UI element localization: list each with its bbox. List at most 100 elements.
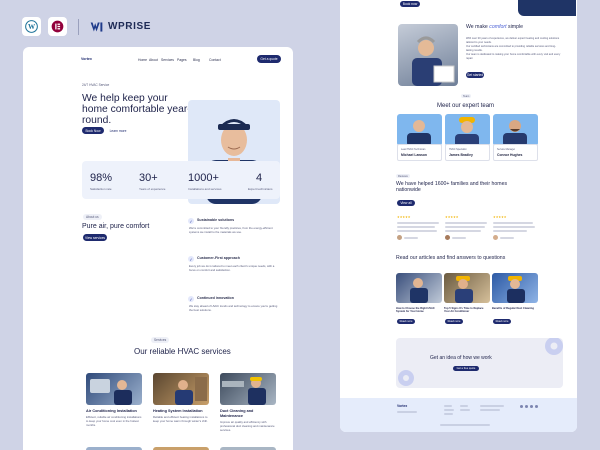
top-book-button[interactable]: Book now xyxy=(400,1,420,7)
site-logo[interactable]: Vortex xyxy=(81,57,92,61)
feature-title: Sustainable solutions xyxy=(197,218,235,222)
stat-label: Installations and services xyxy=(188,187,222,191)
team-role: HVAC Specialist xyxy=(449,148,467,151)
wordpress-logo-icon: W xyxy=(22,17,41,36)
elementor-logo-icon xyxy=(48,17,67,36)
nav-services[interactable]: Services xyxy=(161,58,174,62)
blog-image[interactable] xyxy=(396,273,442,303)
stat-label: Years of experience xyxy=(139,187,166,191)
blog-post-title[interactable]: Top 5 Signs It's Time to Replace Your Ai… xyxy=(444,307,488,314)
team-role: Lead HVAC Technician xyxy=(401,148,426,151)
team-photo xyxy=(445,114,490,146)
review-line xyxy=(445,230,481,232)
service-text: Improve air quality and efficiency with … xyxy=(220,420,275,432)
footer-link[interactable] xyxy=(444,413,453,415)
review-line xyxy=(493,230,527,232)
stat-value: 1000+ xyxy=(188,172,219,184)
reviewer-line xyxy=(404,237,418,239)
view-services-button[interactable]: View services xyxy=(83,234,107,241)
hero-title: We help keep your home comfortable year-… xyxy=(82,93,191,126)
about-title-accent: comfort xyxy=(489,24,507,30)
service-text: Efficient, reliable air conditioning ins… xyxy=(86,415,142,427)
feature-text: We're committed to your friendly practic… xyxy=(189,226,273,234)
social-icon[interactable] xyxy=(535,405,538,408)
wprise-mark-icon xyxy=(90,21,103,32)
service-title[interactable]: Heating System Installation xyxy=(153,409,203,413)
blog-image[interactable] xyxy=(492,273,538,303)
nav-blog[interactable]: Blog xyxy=(193,58,200,62)
team-card[interactable]: Lead HVAC Technician Michael Lawson xyxy=(397,114,442,161)
footer-link[interactable] xyxy=(460,409,470,411)
stat-value: 30+ xyxy=(139,172,158,184)
review-line xyxy=(397,230,437,232)
footer-link[interactable] xyxy=(444,405,452,407)
team-role: Service Manager xyxy=(497,148,516,151)
service-title[interactable]: Air Conditioning Installation xyxy=(86,409,137,413)
review-line xyxy=(397,222,439,224)
blog-post-title[interactable]: Benefits of Regular Duct Cleaning xyxy=(492,307,536,310)
review-line xyxy=(445,222,487,224)
rating-stars-icon: ★★★★★ xyxy=(445,215,459,219)
read-more-button[interactable]: Read more xyxy=(445,319,463,324)
cta-title: Get an idea of how we work xyxy=(430,355,492,361)
social-icon[interactable] xyxy=(530,405,533,408)
blog-title: Read our articles and find answers to qu… xyxy=(396,255,506,261)
service-title[interactable]: Duct Cleaning and Maintenance xyxy=(220,409,276,418)
blog-image[interactable] xyxy=(444,273,490,303)
nav-pages[interactable]: Pages xyxy=(177,58,187,62)
get-quote-button[interactable]: Get a quote xyxy=(257,55,281,63)
social-icon[interactable] xyxy=(520,405,523,408)
feature-text: We stay ahead of HVAC trends and technol… xyxy=(189,304,278,312)
footer-copyright-line xyxy=(440,424,490,426)
review-line xyxy=(445,226,485,228)
stat-label: Expert technicians xyxy=(248,187,273,191)
nav-contact[interactable]: Contact xyxy=(209,58,221,62)
reviewer-line xyxy=(500,237,514,239)
footer-line xyxy=(480,409,500,411)
footer-link[interactable] xyxy=(444,409,454,411)
team-title: Meet our expert team xyxy=(437,103,495,109)
about-bullet: With over 30 years of experience, we del… xyxy=(466,37,560,44)
services-title: Our reliable HVAC services xyxy=(134,347,231,356)
blog-post-title[interactable]: How to Choose the Right HVAC System for … xyxy=(396,307,440,314)
team-card[interactable]: HVAC Specialist James Bradley xyxy=(445,114,490,161)
top-image-fragment xyxy=(518,0,576,16)
team-name: Michael Lawson xyxy=(401,153,428,157)
view-all-reviews-button[interactable]: View all xyxy=(397,200,415,206)
cta-panel: Get an idea of how we work Get a free qu… xyxy=(396,338,563,388)
service-text: Reliable and efficient heating installat… xyxy=(153,415,208,423)
check-icon: ✓ xyxy=(188,218,194,224)
team-name: James Bradley xyxy=(449,153,473,157)
reviews-tag: Reviews xyxy=(396,174,410,178)
about-image xyxy=(398,24,458,86)
nav-about[interactable]: About xyxy=(149,58,158,62)
footer-link[interactable] xyxy=(460,405,468,407)
services-tag: Services xyxy=(151,337,170,343)
homepage-preview-left: Vortex Home About Services Pages Blog Co… xyxy=(23,47,293,450)
read-more-button[interactable]: Read more xyxy=(493,319,511,324)
service-image-ac xyxy=(86,373,142,405)
read-more-button[interactable]: Read more xyxy=(397,319,415,324)
free-quote-button[interactable]: Get a free quote xyxy=(453,366,479,371)
team-card[interactable]: Service Manager Connor Hughes xyxy=(493,114,538,161)
svg-text:W: W xyxy=(28,23,36,31)
get-started-button[interactable]: Get started xyxy=(466,72,484,78)
gear-decoration-icon xyxy=(398,338,563,386)
brand-separator xyxy=(78,18,79,35)
rating-stars-icon: ★★★★★ xyxy=(493,215,507,219)
about-title: Pure air, pure comfort xyxy=(82,223,150,230)
nav-home[interactable]: Home xyxy=(138,58,147,62)
stat-value: 4 xyxy=(256,172,263,184)
site-footer: Vortex xyxy=(340,398,577,432)
check-icon: ✓ xyxy=(188,256,194,262)
footer-line xyxy=(397,411,417,413)
feature-title: Continued innovation xyxy=(197,296,234,300)
reviewer-avatar xyxy=(493,235,498,240)
learn-more-button[interactable]: Learn more xyxy=(107,127,129,134)
team-photo xyxy=(397,114,442,146)
service-image-duct xyxy=(220,373,276,405)
book-now-button[interactable]: Book Now xyxy=(82,127,104,134)
social-icon[interactable] xyxy=(525,405,528,408)
review-line xyxy=(397,226,435,228)
footer-logo[interactable]: Vortex xyxy=(397,404,407,408)
